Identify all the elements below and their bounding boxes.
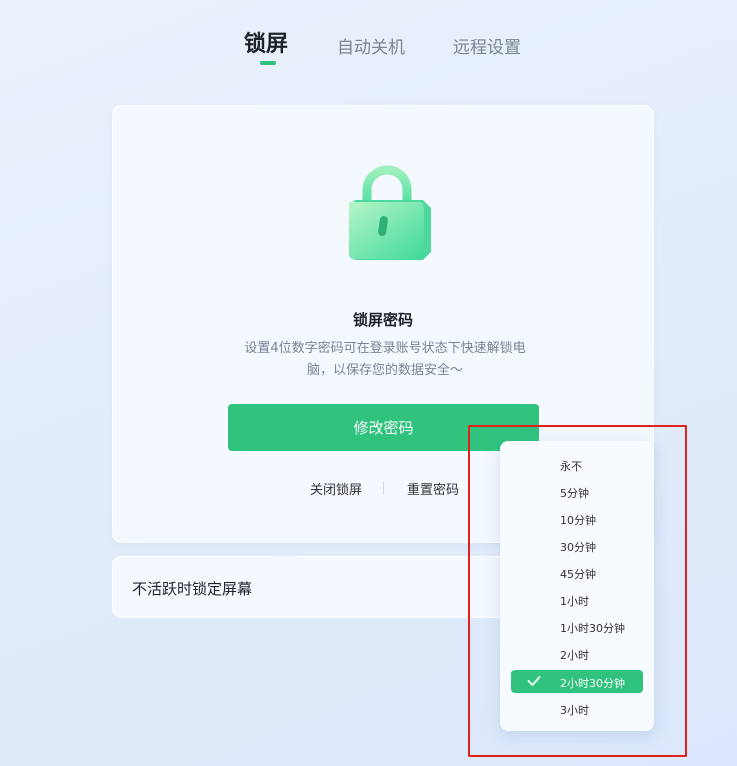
option-30min[interactable]: 30分钟 [511, 534, 643, 557]
close-lock-screen-link[interactable]: 关闭锁屏 [310, 479, 362, 498]
tab-active-indicator [260, 61, 276, 65]
lock-icon [349, 165, 431, 260]
tab-lock-screen[interactable]: 锁屏 [244, 26, 288, 58]
option-1h30min[interactable]: 1小时30分钟 [511, 615, 643, 638]
tab-bar: 锁屏 自动关机 远程设置 [0, 28, 737, 68]
link-divider [383, 482, 384, 494]
reset-password-link[interactable]: 重置密码 [407, 479, 459, 498]
option-45min[interactable]: 45分钟 [511, 561, 643, 584]
tab-auto-shutdown[interactable]: 自动关机 [337, 33, 405, 58]
option-1h[interactable]: 1小时 [511, 588, 643, 611]
option-3h[interactable]: 3小时 [511, 697, 643, 720]
card-description: 设置4位数字密码可在登录账号状态下快速解锁电脑，以保存您的数据安全～ [244, 341, 526, 378]
lock-timeout-dropdown: 永不 5分钟 10分钟 30分钟 45分钟 1小时 1小时30分钟 2小时 2小… [500, 441, 654, 731]
card-title: 锁屏密码 [352, 311, 413, 329]
change-password-button[interactable]: 修改密码 [228, 404, 539, 451]
option-never[interactable]: 永不 [511, 453, 643, 476]
option-2h[interactable]: 2小时 [511, 642, 643, 665]
check-icon [527, 676, 541, 686]
option-2h30min[interactable]: 2小时30分钟 [511, 670, 643, 693]
inactivity-lock-label: 不活跃时锁定屏幕 [132, 580, 253, 598]
option-5min[interactable]: 5分钟 [511, 480, 643, 503]
tab-remote-settings[interactable]: 远程设置 [453, 33, 521, 58]
option-10min[interactable]: 10分钟 [511, 507, 643, 530]
